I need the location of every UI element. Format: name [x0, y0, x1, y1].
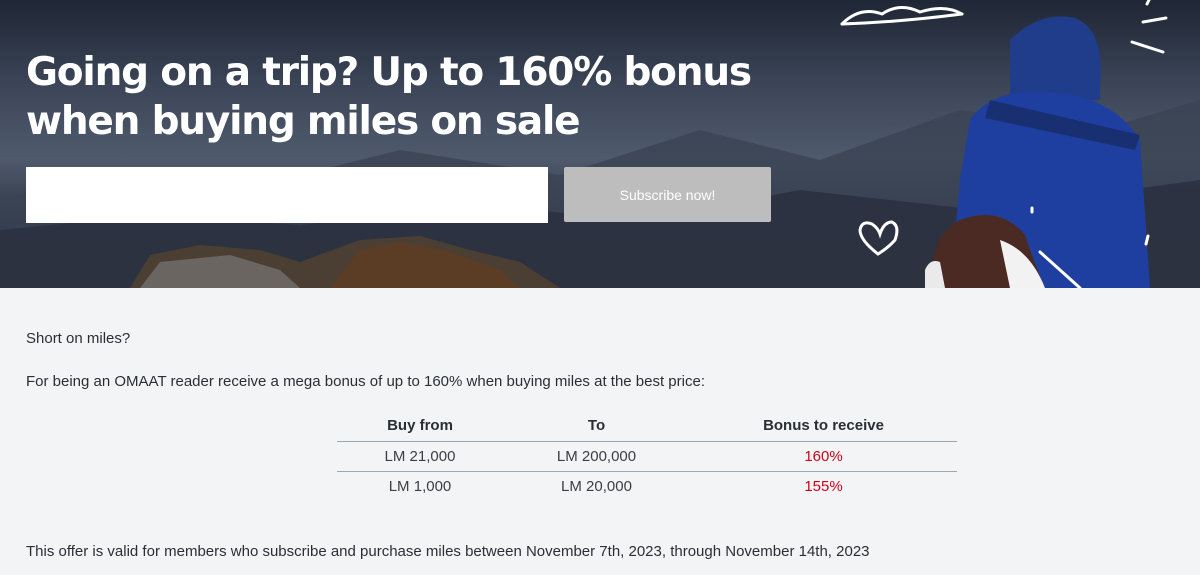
table-row: LM 1,000 LM 20,000 155%: [337, 471, 957, 501]
hero-title: Going on a trip? Up to 160% bonus when b…: [26, 50, 752, 144]
buy-from-cell: LM 1,000: [388, 477, 452, 495]
to-cell: LM 200,000: [503, 441, 690, 472]
table-header-row: Buy from To Bonus to receive: [337, 410, 957, 442]
header-bonus: Bonus to receive: [690, 410, 957, 442]
terms-text: This offer is valid for members who subs…: [26, 543, 870, 560]
table-row: LM 21,000 LM 200,000 160%: [337, 441, 957, 472]
bonus-table: Buy from To Bonus to receive LM 21,000 L…: [337, 410, 957, 501]
buy-from-cell: LM 21,000: [337, 441, 503, 472]
to-cell: LM 20,000: [561, 477, 632, 495]
bonus-cell: 160%: [690, 441, 957, 472]
bonus-cell: 155%: [804, 477, 843, 495]
hero-banner: Going on a trip? Up to 160% bonus when b…: [0, 0, 1200, 288]
header-buy-from: Buy from: [337, 410, 503, 442]
subscribe-button[interactable]: Subscribe now!: [564, 167, 771, 222]
cloud-doodle-icon: [840, 0, 1168, 54]
email-input[interactable]: [26, 167, 548, 223]
description-text: For being an OMAAT reader receive a mega…: [26, 373, 705, 390]
header-to: To: [503, 410, 690, 442]
intro-text: Short on miles?: [26, 330, 131, 347]
